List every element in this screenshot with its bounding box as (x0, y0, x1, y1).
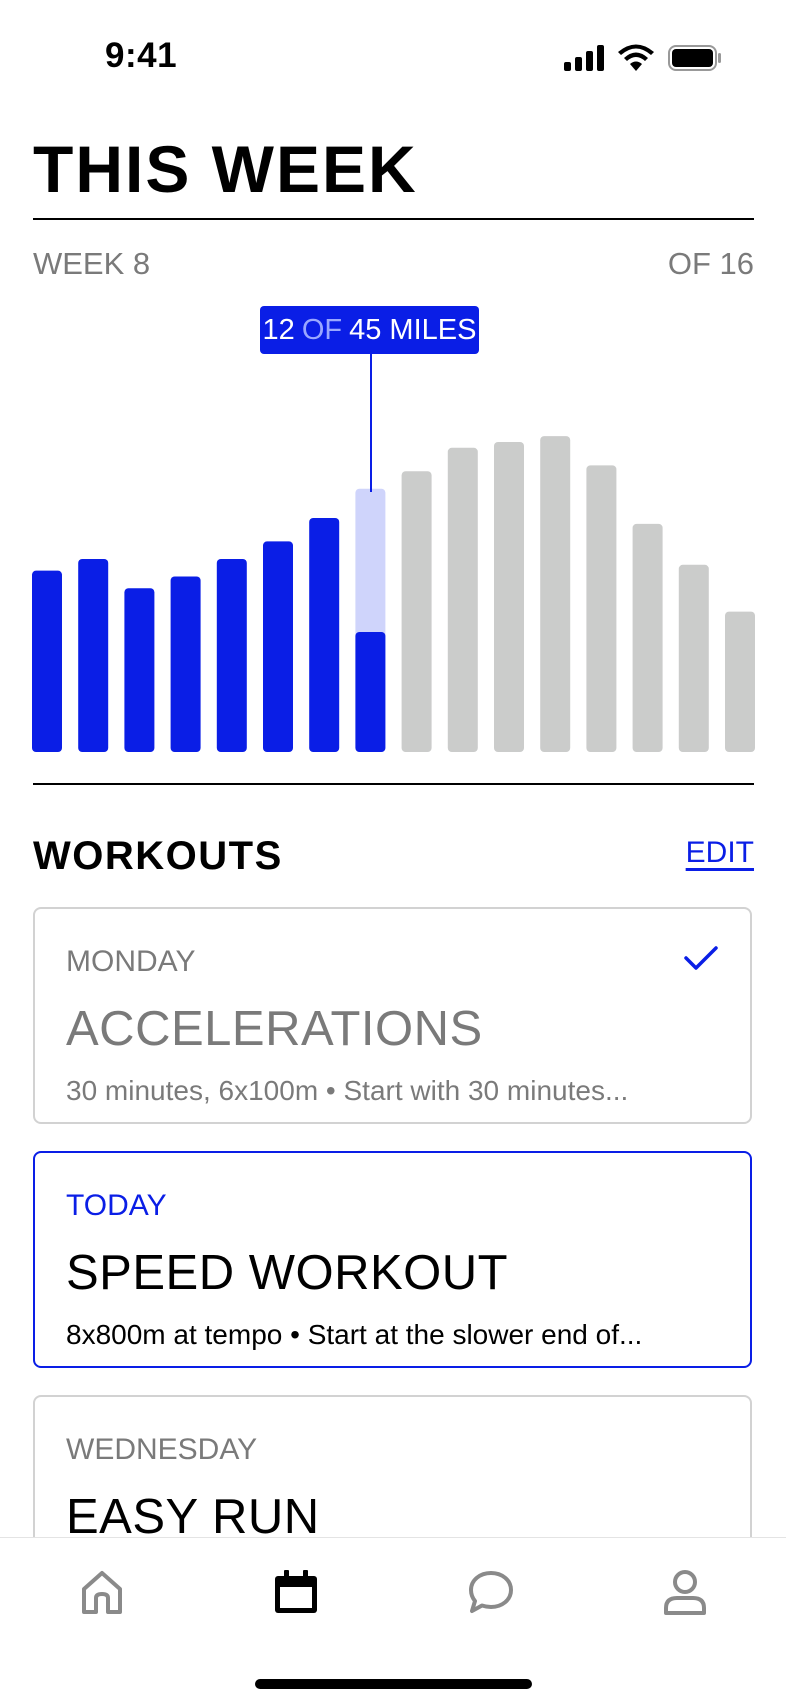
workout-name: ACCELERATIONS (66, 1002, 483, 1056)
tooltip-of: OF (301, 313, 343, 346)
profile-icon (664, 1570, 706, 1615)
bar-week-8[interactable] (355, 488, 386, 752)
edit-button[interactable]: EDIT (686, 836, 754, 870)
bar-week-9[interactable] (401, 471, 432, 752)
chart-divider (33, 783, 754, 785)
home-icon (82, 1571, 122, 1614)
checkmark-icon (684, 946, 718, 970)
bar-week-4[interactable] (170, 576, 201, 753)
workouts-title: WORKOUTS (33, 834, 283, 878)
workout-day: MONDAY (66, 945, 196, 978)
mileage-tooltip: 12 OF 45 MILES (260, 306, 479, 354)
workout-day: TODAY (66, 1189, 167, 1222)
workout-description: 30 minutes, 6x100m • Start with 30 minut… (66, 1075, 629, 1106)
bar-week-16[interactable] (725, 611, 755, 752)
home-indicator (255, 1679, 532, 1689)
bar-week-5[interactable] (216, 558, 247, 752)
tab-home[interactable] (72, 1562, 132, 1622)
calendar-icon (275, 1570, 317, 1613)
tooltip-pointer-line (370, 354, 372, 492)
workout-day: WEDNESDAY (66, 1433, 258, 1466)
tooltip-goal: 45 MILES (349, 313, 477, 346)
tab-messages[interactable] (461, 1562, 521, 1622)
bar-week-6[interactable] (263, 541, 293, 752)
workout-description: 8x800m at tempo • Start at the slower en… (66, 1319, 643, 1350)
bar-week-11[interactable] (494, 441, 524, 752)
tab-profile[interactable] (655, 1562, 715, 1622)
tooltip-completed: 12 (262, 313, 295, 346)
bar-week-1[interactable] (32, 570, 62, 752)
bar-week-7[interactable] (309, 518, 340, 752)
bar-week-2[interactable] (78, 558, 109, 752)
chat-icon (469, 1571, 513, 1613)
bar-week-12[interactable] (540, 436, 571, 752)
bar-week-14[interactable] (632, 523, 663, 752)
weekly-mileage-chart (32, 436, 755, 753)
workout-name: SPEED WORKOUT (66, 1246, 509, 1300)
workout-card-today[interactable]: TODAY SPEED WORKOUT 8x800m at tempo • St… (33, 1151, 752, 1368)
bar-week-15[interactable] (678, 564, 709, 752)
bar-week-13[interactable] (586, 465, 617, 752)
bar-week-10[interactable] (447, 447, 478, 752)
tab-calendar[interactable] (266, 1562, 326, 1622)
workout-card-monday[interactable]: MONDAY ACCELERATIONS 30 minutes, 6x100m … (33, 907, 752, 1124)
bar-week-3[interactable] (124, 588, 155, 752)
bar-completed-segment (355, 632, 386, 752)
